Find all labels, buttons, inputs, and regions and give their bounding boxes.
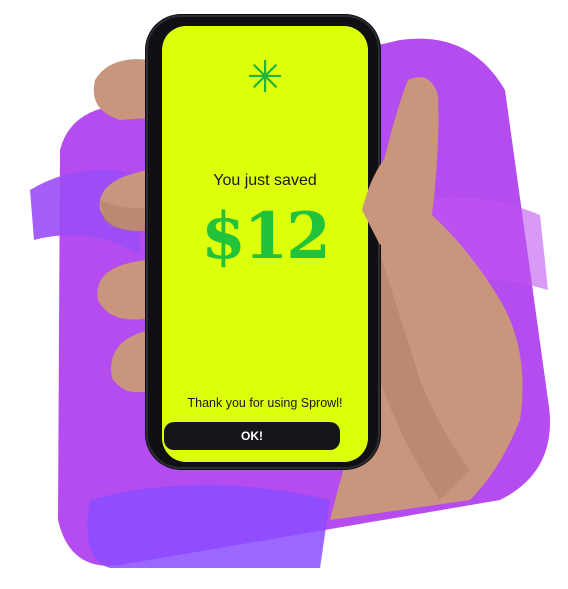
promo-stage: ✳ You just saved $12 Thank you for using… [0, 0, 568, 589]
thumb [362, 150, 401, 245]
thumb-overlay [362, 150, 401, 245]
